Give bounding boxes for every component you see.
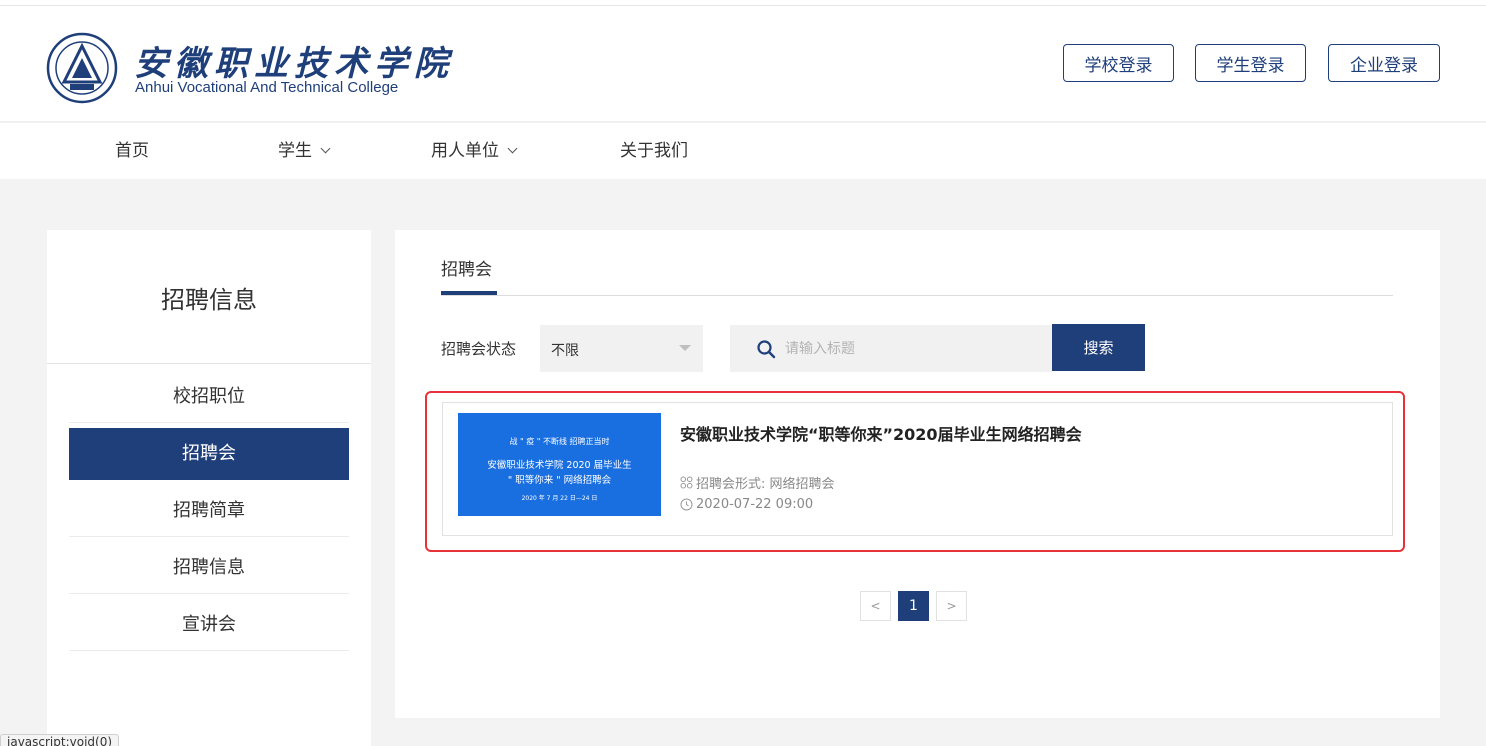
pagination-page-1[interactable]: 1 <box>898 591 929 621</box>
search-button[interactable]: 搜索 <box>1052 324 1145 371</box>
nav-item-home[interactable]: 首页 <box>115 123 149 179</box>
nav-item-student[interactable]: 学生 <box>278 123 331 179</box>
status-select[interactable]: 不限 <box>540 325 703 372</box>
tab-job-fair[interactable]: 招聘会 <box>441 255 492 280</box>
sidebar-title: 招聘信息 <box>161 286 257 314</box>
clock-icon <box>680 498 693 511</box>
job-fair-format: 招聘会形式: 网络招聘会 <box>680 473 835 492</box>
main-nav: 首页 学生 用人单位 关于我们 <box>0 123 1486 179</box>
main-panel: 招聘会 招聘会状态 不限 搜索 战 " 疫 " 不断线 招聘正当时 安徽职业技术… <box>395 230 1440 718</box>
search-box <box>730 325 1052 372</box>
nav-item-label: 学生 <box>278 141 312 161</box>
poster-headline: 安徽职业技术学院 2020 届毕业生 <box>487 460 632 471</box>
college-name-cn: 安徽职业技术学院 <box>134 44 454 84</box>
sidebar-item-campus-jobs[interactable]: 校招职位 <box>69 371 349 423</box>
browser-status-bar: javascript:void(0) <box>0 734 120 746</box>
sidebar-divider <box>47 363 371 364</box>
job-fair-title[interactable]: 安徽职业技术学院“职等你来”2020届毕业生网络招聘会 <box>680 421 1082 445</box>
pagination-next-button[interactable]: > <box>936 591 967 621</box>
nav-item-about[interactable]: 关于我们 <box>620 123 688 179</box>
sidebar-item-job-fair[interactable]: 招聘会 <box>69 428 349 480</box>
status-select-value: 不限 <box>551 343 579 359</box>
chevron-down-icon <box>320 143 331 154</box>
job-fair-datetime: 2020-07-22 09:00 <box>680 497 813 512</box>
sidebar: 招聘信息 校招职位 招聘会 招聘简章 招聘信息 宣讲会 <box>47 230 371 746</box>
caret-down-icon <box>679 345 691 351</box>
status-filter-label: 招聘会状态 <box>441 340 517 358</box>
site-header: 安徽职业技术学院 Anhui Vocational And Technical … <box>0 6 1486 122</box>
nav-item-label: 用人单位 <box>431 141 499 161</box>
poster-date: 2020 年 7 月 22 日—24 日 <box>521 495 598 502</box>
chevron-down-icon <box>507 143 518 154</box>
nav-item-employer[interactable]: 用人单位 <box>431 123 518 179</box>
college-name-en: Anhui Vocational And Technical College <box>135 79 399 96</box>
student-login-button[interactable]: 学生登录 <box>1195 44 1306 82</box>
school-login-button[interactable]: 学校登录 <box>1063 44 1174 82</box>
sidebar-item-recruit-info[interactable]: 招聘信息 <box>69 542 349 594</box>
poster-subheadline: " 职等你来 " 网络招聘会 <box>507 475 612 486</box>
search-icon <box>757 340 776 359</box>
grid-icon <box>680 476 693 489</box>
nav-item-label: 关于我们 <box>620 141 688 161</box>
search-input[interactable] <box>785 325 1045 372</box>
job-fair-card[interactable]: 战 " 疫 " 不断线 招聘正当时 安徽职业技术学院 2020 届毕业生 " 职… <box>442 402 1393 536</box>
company-login-button[interactable]: 企业登录 <box>1328 44 1440 82</box>
sidebar-item-presentation[interactable]: 宣讲会 <box>69 599 349 651</box>
job-fair-datetime-text: 2020-07-22 09:00 <box>696 497 814 512</box>
job-fair-poster[interactable]: 战 " 疫 " 不断线 招聘正当时 安徽职业技术学院 2020 届毕业生 " 职… <box>458 413 661 516</box>
nav-item-label: 首页 <box>115 141 149 161</box>
sidebar-item-brochure[interactable]: 招聘简章 <box>69 485 349 537</box>
poster-slogan: 战 " 疫 " 不断线 招聘正当时 <box>509 437 610 446</box>
job-fair-format-text: 招聘会形式: 网络招聘会 <box>696 477 835 492</box>
tab-divider <box>441 295 1393 296</box>
college-emblem-icon[interactable] <box>46 32 118 104</box>
pagination-prev-button[interactable]: < <box>860 591 891 621</box>
